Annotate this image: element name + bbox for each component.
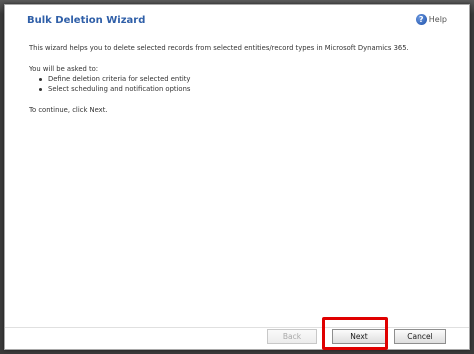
- wizard-content: This wizard helps you to delete selected…: [29, 43, 449, 115]
- help-link[interactable]: ? Help: [415, 14, 447, 25]
- footer-divider: [5, 327, 469, 328]
- back-button[interactable]: Back: [267, 329, 317, 344]
- cancel-button[interactable]: Cancel: [394, 329, 446, 344]
- list-item: Define deletion criteria for selected en…: [39, 74, 449, 84]
- back-button-label: Back: [282, 332, 302, 341]
- asked-label: You will be asked to:: [29, 65, 99, 73]
- intro-text: This wizard helps you to delete selected…: [29, 44, 409, 52]
- steps-list: Define deletion criteria for selected en…: [29, 74, 449, 94]
- next-button-highlight: [322, 317, 388, 350]
- help-icon: ?: [415, 14, 427, 25]
- bulk-deletion-wizard-dialog: Bulk Deletion Wizard ? Help This wizard …: [4, 4, 470, 350]
- dialog-title: Bulk Deletion Wizard: [27, 15, 146, 26]
- help-label: Help: [428, 15, 447, 24]
- continue-text: To continue, click Next.: [29, 106, 108, 114]
- list-item: Select scheduling and notification optio…: [39, 84, 449, 94]
- cancel-button-label: Cancel: [407, 332, 433, 341]
